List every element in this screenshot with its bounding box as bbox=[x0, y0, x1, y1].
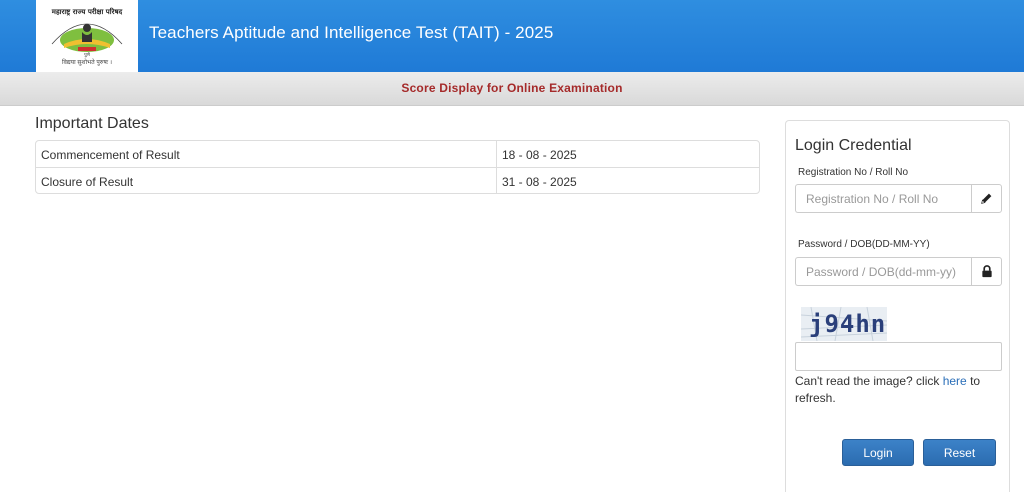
captcha-input[interactable] bbox=[795, 342, 1002, 371]
login-button[interactable]: Login bbox=[842, 439, 914, 466]
page-title: Teachers Aptitude and Intelligence Test … bbox=[149, 23, 554, 42]
sub-header-bar: Score Display for Online Examination bbox=[0, 72, 1024, 106]
important-dates-table: Commencement of Result 18 - 08 - 2025 Cl… bbox=[35, 140, 760, 194]
date-value: 18 - 08 - 2025 bbox=[502, 148, 577, 162]
logo-tagline: विद्यया सुशोभते पुरुषः । bbox=[62, 60, 112, 66]
password-input[interactable] bbox=[795, 257, 971, 286]
logo-ribbon-text: पुणे bbox=[84, 51, 91, 58]
table-row: Commencement of Result 18 - 08 - 2025 bbox=[36, 141, 759, 167]
password-input-group bbox=[795, 257, 1002, 286]
captcha-refresh-link[interactable]: here bbox=[943, 374, 967, 388]
captcha-text: j94hn bbox=[809, 310, 887, 338]
registration-input-group bbox=[795, 184, 1002, 213]
captcha-image: j94hn bbox=[801, 307, 887, 341]
pencil-icon bbox=[971, 184, 1002, 213]
captcha-refresh-hint: Can't read the image? click here to refr… bbox=[795, 373, 995, 407]
header-bar: महाराष्ट्र राज्य परीक्षा परिषद पुणे विद्… bbox=[0, 0, 1024, 72]
refresh-prefix: Can't read the image? click bbox=[795, 374, 943, 388]
important-dates-heading: Important Dates bbox=[35, 115, 149, 132]
sub-header-title: Score Display for Online Examination bbox=[401, 81, 623, 95]
logo: महाराष्ट्र राज्य परीक्षा परिषद पुणे विद्… bbox=[36, 0, 138, 72]
registration-label: Registration No / Roll No bbox=[798, 167, 909, 178]
login-title: Login Credential bbox=[795, 137, 912, 154]
date-label: Closure of Result bbox=[36, 168, 497, 193]
login-panel: Login Credential Registration No / Roll … bbox=[785, 120, 1010, 492]
table-row: Closure of Result 31 - 08 - 2025 bbox=[36, 167, 759, 193]
date-value: 31 - 08 - 2025 bbox=[502, 175, 577, 189]
emblem-icon: महाराष्ट्र राज्य परीक्षा परिषद पुणे bbox=[51, 7, 123, 58]
logo-top-text: महाराष्ट्र राज्य परीक्षा परिषद bbox=[51, 7, 123, 16]
registration-input[interactable] bbox=[795, 184, 971, 213]
password-label: Password / DOB(DD-MM-YY) bbox=[798, 239, 930, 250]
date-label: Commencement of Result bbox=[36, 141, 497, 167]
reset-button[interactable]: Reset bbox=[923, 439, 996, 466]
lock-icon bbox=[971, 257, 1002, 286]
